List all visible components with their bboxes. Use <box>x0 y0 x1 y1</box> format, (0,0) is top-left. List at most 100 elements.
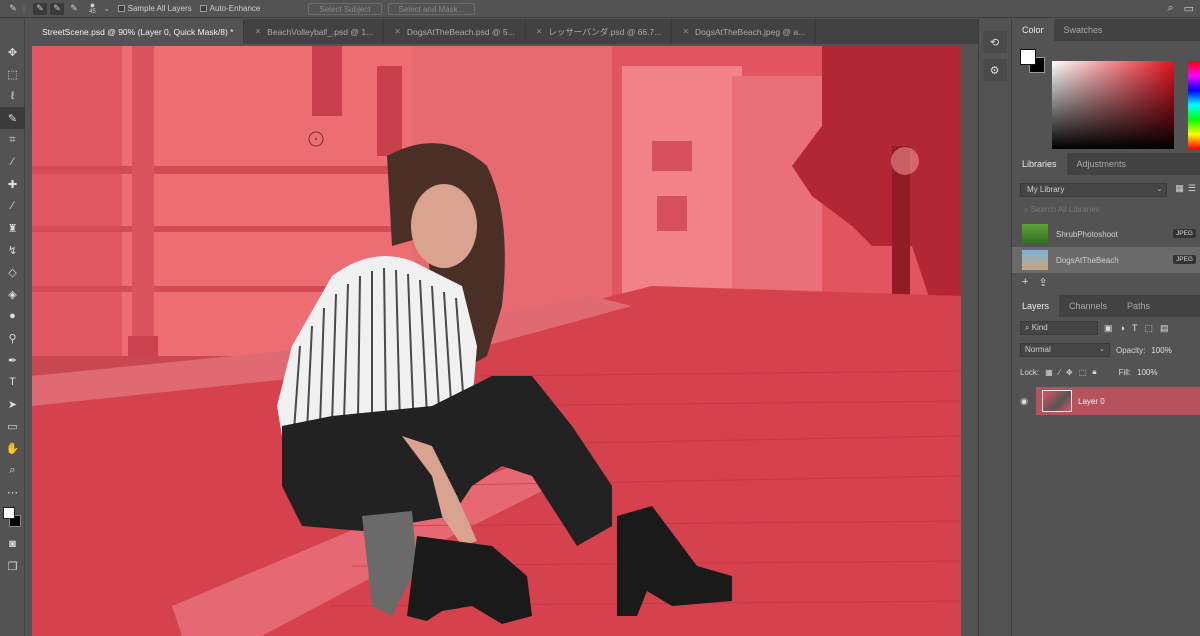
tab-color[interactable]: Color <box>1012 19 1054 41</box>
tab-beachvolleyball[interactable]: ✕ BeachVolleyball_.psd @ 1... <box>244 19 385 44</box>
document-canvas[interactable] <box>32 46 961 636</box>
quick-mask-icon[interactable]: ◙ <box>0 533 25 555</box>
tab-dogsatthebeach-psd[interactable]: ✕ DogsAtTheBeach.psd @ 5... <box>384 19 526 44</box>
brush-tool-icon[interactable]: ∕ <box>0 195 25 217</box>
lock-artboard-icon[interactable]: ⬚ <box>1079 368 1087 377</box>
color-swatches[interactable] <box>0 503 24 533</box>
quick-selection-tool-icon[interactable]: ✎ <box>0 107 25 129</box>
crop-tool-icon[interactable]: ⌗ <box>0 129 25 151</box>
layer-kind-filter[interactable]: ⌕ Kind <box>1020 321 1098 335</box>
tab-channels[interactable]: Channels <box>1059 295 1117 317</box>
lock-pixels-icon[interactable]: ∕ <box>1059 368 1060 377</box>
lock-label: Lock: <box>1020 367 1040 377</box>
pixel-layer-filter-icon[interactable]: ▣ <box>1104 323 1113 334</box>
select-subject-button[interactable]: Select Subject <box>308 2 382 15</box>
tab-libraries[interactable]: Libraries <box>1012 153 1067 175</box>
grid-view-icon[interactable]: ▦ <box>1175 183 1184 194</box>
tools-panel: ✥ ⬚ ℓ ✎ ⌗ ⁄ ✚ ∕ ♜ ↯ ◇ ◈ ● ⚲ ✒ T ➤ ▭ ✋ ⌕ … <box>0 19 25 636</box>
libraries-panel-tabs: Libraries Adjustments <box>1012 153 1200 175</box>
select-and-mask-button[interactable]: Select and Mask... <box>387 2 476 15</box>
smart-object-filter-icon[interactable]: ▤ <box>1160 323 1169 334</box>
tab-adjustments[interactable]: Adjustments <box>1067 153 1137 175</box>
upload-icon[interactable]: ⇪ <box>1038 276 1047 289</box>
add-content-icon[interactable]: + <box>1022 276 1028 288</box>
layer-thumbnail <box>1042 390 1072 412</box>
fill-label: Fill: <box>1118 367 1132 377</box>
eye-icon[interactable]: ◉ <box>1012 396 1036 407</box>
library-search-input[interactable]: ⌕ Search All Libraries <box>1020 203 1192 217</box>
library-select[interactable]: My Library ⌄ <box>1020 183 1168 197</box>
type-tool-icon[interactable]: T <box>0 371 25 393</box>
workspace-icon[interactable]: ▭ <box>1184 2 1194 15</box>
close-icon[interactable]: ✕ <box>536 27 543 36</box>
search-icon[interactable]: ⌕ <box>1167 2 1173 15</box>
lock-position-icon[interactable]: ✥ <box>1066 368 1073 377</box>
subtract-from-selection-brush-icon[interactable]: ✎ <box>67 3 81 15</box>
search-icon: ⌕ <box>1025 323 1030 332</box>
healing-brush-tool-icon[interactable]: ✚ <box>0 173 25 195</box>
pen-tool-icon[interactable]: ✒ <box>0 349 25 371</box>
adjustment-layer-filter-icon[interactable]: ◑ <box>1120 323 1125 334</box>
auto-enhance-check[interactable] <box>199 5 207 12</box>
shape-layer-filter-icon[interactable]: ⬚ <box>1144 323 1153 334</box>
move-tool-icon[interactable]: ✥ <box>0 41 25 63</box>
chevron-down-icon: ⌄ <box>1099 346 1105 353</box>
jpeg-badge: JPEG <box>1173 255 1196 264</box>
rectangle-tool-icon[interactable]: ▭ <box>0 415 25 437</box>
lock-transparency-icon[interactable]: ▦ <box>1045 368 1053 377</box>
blend-mode-select[interactable]: Normal ⌄ <box>1020 343 1110 357</box>
brush-size-picker[interactable]: ● 45 <box>89 0 96 16</box>
screen-mode-icon[interactable]: ❐ <box>0 555 25 577</box>
zoom-tool-icon[interactable]: ⌕ <box>0 459 25 481</box>
auto-enhance-label: Auto-Enhance <box>209 4 261 13</box>
lasso-tool-icon[interactable]: ℓ <box>0 85 25 107</box>
tab-red-panda[interactable]: ✕ レッサーパンダ.psd @ 66.7... <box>525 19 673 44</box>
paint-bucket-tool-icon[interactable]: ◈ <box>0 283 25 305</box>
library-item[interactable]: ShrubPhotoshoot JPEG <box>1012 221 1200 247</box>
eraser-tool-icon[interactable]: ◇ <box>0 261 25 283</box>
lock-fill-row: Lock: ▦ ∕ ✥ ⬚ 🔒︎ Fill: 100% <box>1012 361 1200 383</box>
auto-enhance-checkbox[interactable]: Auto-Enhance <box>199 4 261 13</box>
path-selection-tool-icon[interactable]: ➤ <box>0 393 25 415</box>
lock-all-icon[interactable]: 🔒︎ <box>1092 367 1096 377</box>
sample-all-layers-checkbox[interactable]: Sample All Layers <box>117 4 192 13</box>
close-icon[interactable]: ✕ <box>394 27 401 36</box>
tab-streetscene[interactable]: StreetScene.psd @ 90% (Layer 0, Quick Ma… <box>32 19 245 44</box>
street-scene-photo <box>32 46 961 636</box>
close-icon[interactable]: ✕ <box>254 27 261 36</box>
fill-value[interactable]: 100% <box>1137 368 1157 377</box>
quick-selection-tool-icon[interactable]: ✎ <box>6 3 20 15</box>
add-to-selection-brush-icon[interactable]: ✎ <box>50 2 65 15</box>
tab-layers[interactable]: Layers <box>1012 295 1060 317</box>
color-field[interactable] <box>1052 61 1174 149</box>
library-item-name: DogsAtTheBeach <box>1056 255 1119 265</box>
blur-tool-icon[interactable]: ● <box>0 305 25 327</box>
eyedropper-tool-icon[interactable]: ⁄ <box>0 151 25 173</box>
marquee-tool-icon[interactable]: ⬚ <box>0 63 25 85</box>
panel-icons-column: ⟲ ⚙ <box>978 19 1010 636</box>
clone-stamp-tool-icon[interactable]: ♜ <box>0 217 25 239</box>
dodge-tool-icon[interactable]: ⚲ <box>0 327 25 349</box>
properties-panel-icon[interactable]: ⚙ <box>982 59 1007 81</box>
hue-slider[interactable] <box>1188 61 1200 149</box>
history-panel-icon[interactable]: ⟲ <box>982 31 1007 53</box>
close-icon[interactable]: ✕ <box>682 27 689 36</box>
sample-all-layers-check[interactable] <box>117 5 125 12</box>
list-view-icon[interactable]: ☰ <box>1188 183 1196 194</box>
type-layer-filter-icon[interactable]: T <box>1132 323 1138 334</box>
hand-tool-icon[interactable]: ✋ <box>0 437 25 459</box>
history-brush-tool-icon[interactable]: ↯ <box>0 239 25 261</box>
tab-swatches[interactable]: Swatches <box>1054 19 1113 41</box>
more-tools-icon[interactable]: ⋯ <box>0 481 25 503</box>
layer-row[interactable]: ◉ Layer 0 <box>1012 387 1200 415</box>
foreground-color-chip[interactable] <box>1020 49 1036 65</box>
new-selection-brush-icon[interactable]: ✎ <box>33 2 48 15</box>
layers-panel-tabs: Layers Channels Paths <box>1012 295 1200 317</box>
library-item[interactable]: DogsAtTheBeach JPEG <box>1012 247 1200 273</box>
foreground-color-swatch[interactable] <box>3 507 15 519</box>
tab-paths[interactable]: Paths <box>1117 295 1160 317</box>
chevron-down-icon: ⌄ <box>1156 186 1163 193</box>
tab-dogsatthebeach-jpeg[interactable]: ✕ DogsAtTheBeach.jpeg @ a... <box>672 19 817 44</box>
library-item-thumbnail <box>1022 224 1048 244</box>
opacity-value[interactable]: 100% <box>1151 346 1171 355</box>
